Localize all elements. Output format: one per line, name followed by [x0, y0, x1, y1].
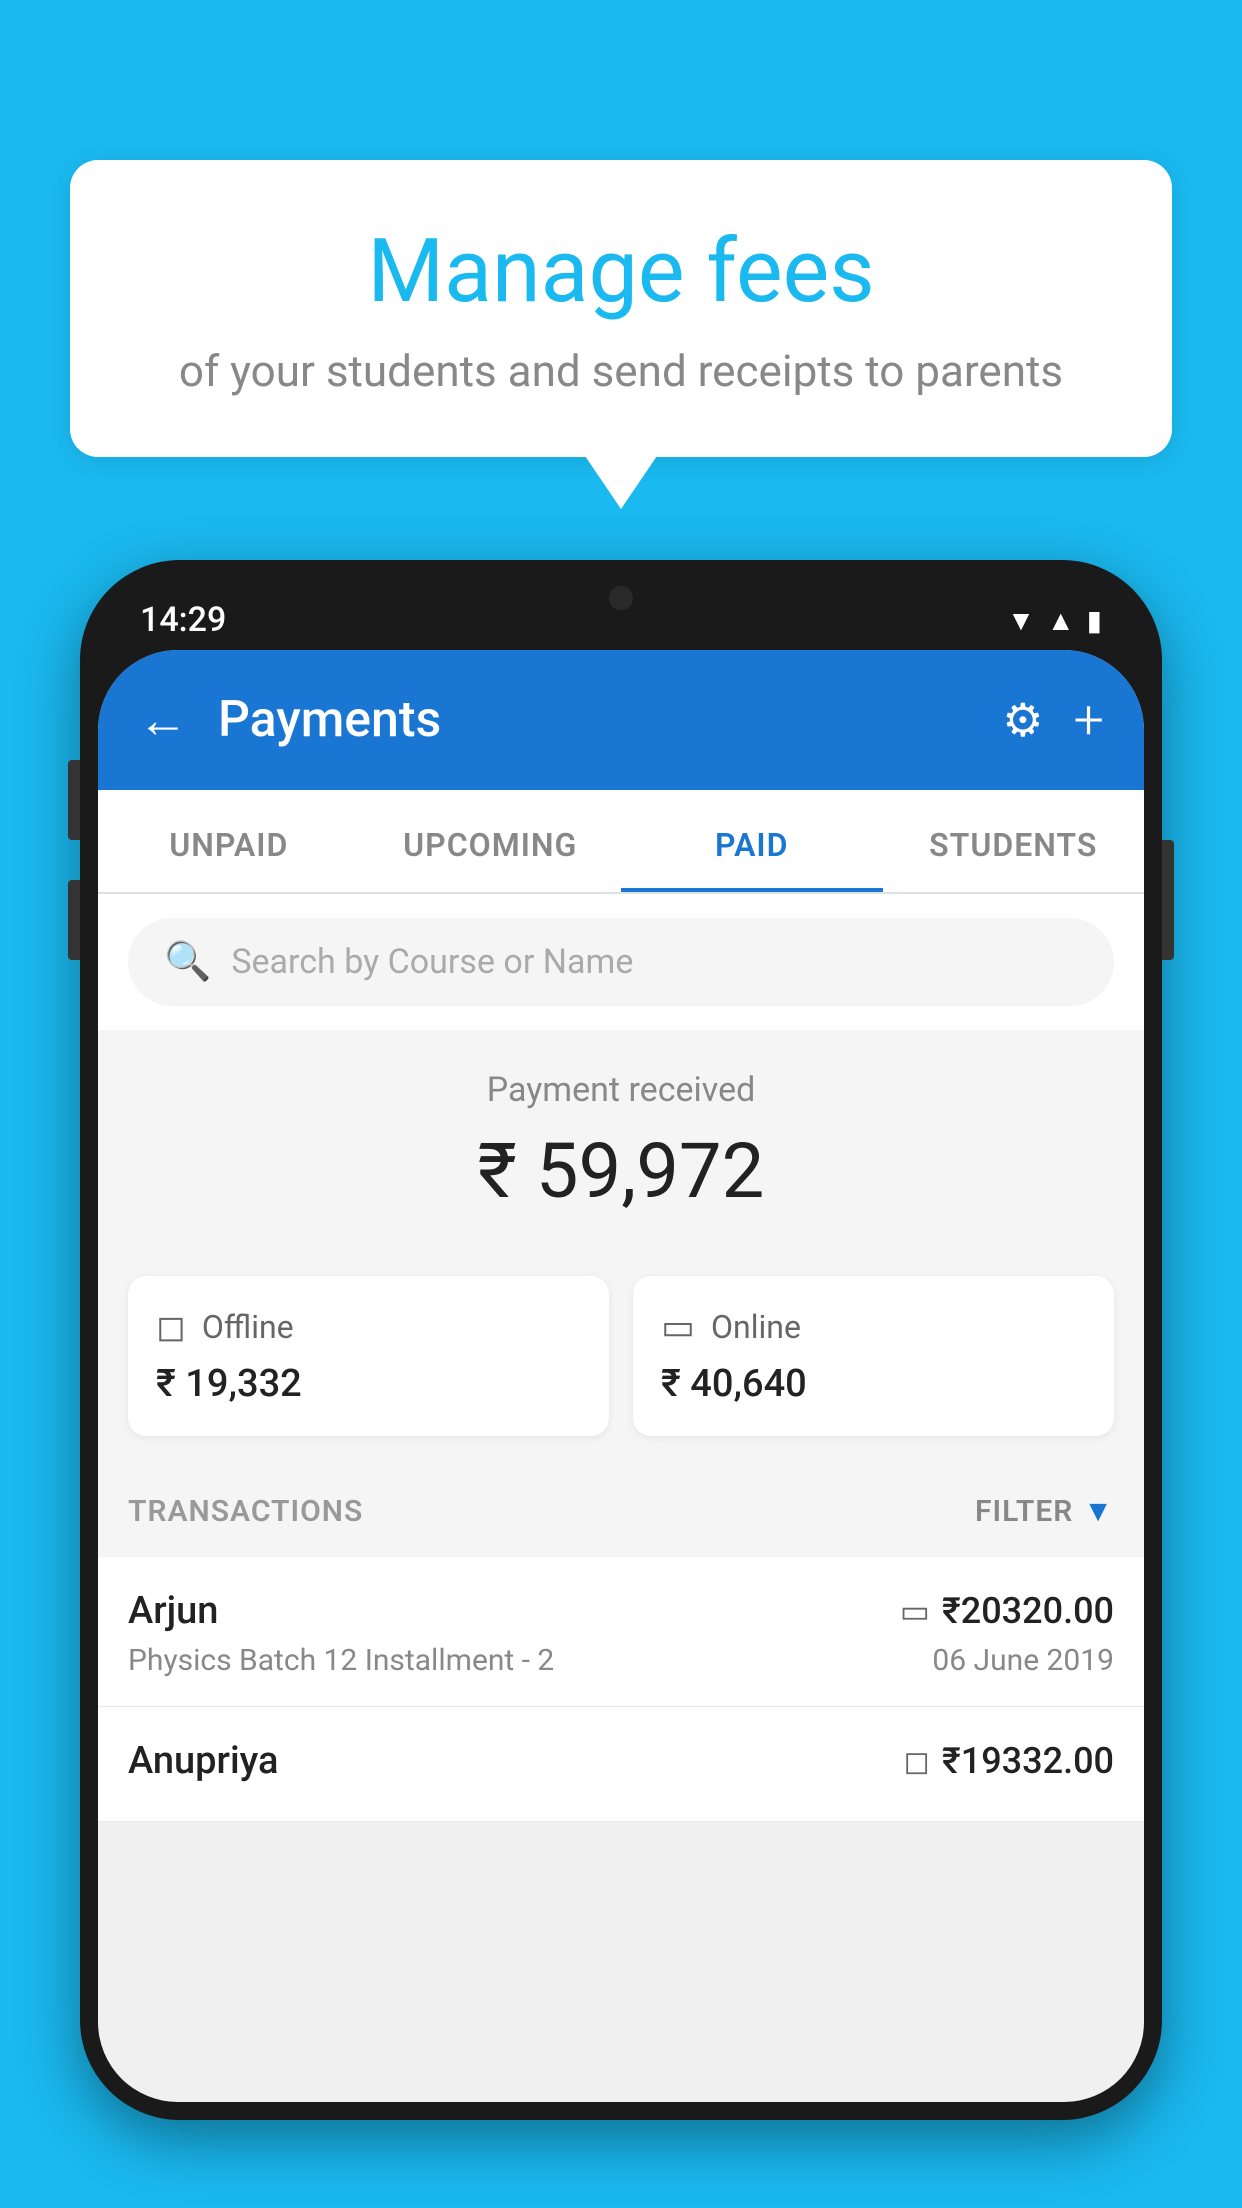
- page-title: Payments: [218, 691, 972, 749]
- transactions-header: TRANSACTIONS FILTER ▼: [98, 1466, 1144, 1557]
- transaction-bottom-1: Physics Batch 12 Installment - 2 06 June…: [128, 1643, 1114, 1678]
- filter-button[interactable]: FILTER ▼: [975, 1494, 1114, 1529]
- search-bar-wrap: 🔍 Search by Course or Name: [98, 894, 1144, 1030]
- online-card: ▭ Online ₹ 40,640: [633, 1276, 1114, 1436]
- transaction-row-2[interactable]: Anupriya ◻ ₹19332.00: [98, 1707, 1144, 1822]
- payment-summary: Payment received ₹ 59,972: [98, 1030, 1144, 1276]
- app-header: ← Payments ⚙ +: [98, 650, 1144, 790]
- transaction-amount-1: ₹20320.00: [942, 1590, 1114, 1632]
- online-label: Online: [711, 1308, 801, 1346]
- side-btn-right: [1162, 840, 1174, 960]
- offline-amount: ₹ 19,332: [156, 1362, 581, 1406]
- transaction-top-2: Anupriya ◻ ₹19332.00: [128, 1739, 1114, 1783]
- transaction-amount-wrap-1: ▭ ₹20320.00: [900, 1590, 1114, 1632]
- status-time: 14:29: [140, 600, 226, 640]
- wifi-icon: ▼: [1007, 604, 1035, 637]
- speech-bubble-subtitle: of your students and send receipts to pa…: [130, 345, 1112, 397]
- offline-icon: ◻: [156, 1306, 186, 1348]
- transaction-date-1: 06 June 2019: [932, 1643, 1114, 1678]
- add-button[interactable]: +: [1073, 689, 1104, 752]
- side-btn-left-1: [68, 760, 80, 840]
- search-placeholder: Search by Course or Name: [231, 942, 633, 982]
- tab-upcoming[interactable]: UPCOMING: [360, 790, 622, 892]
- transaction-amount-2: ₹19332.00: [942, 1740, 1114, 1782]
- transaction-name-2: Anupriya: [128, 1739, 278, 1783]
- online-icon: ▭: [661, 1306, 695, 1348]
- side-btn-left-2: [68, 880, 80, 960]
- speech-bubble: Manage fees of your students and send re…: [70, 160, 1172, 457]
- tab-students[interactable]: STUDENTS: [883, 790, 1145, 892]
- payment-total-amount: ₹ 59,972: [128, 1126, 1114, 1216]
- status-icons: ▼ ▲ ▮: [1007, 604, 1102, 637]
- search-bar[interactable]: 🔍 Search by Course or Name: [128, 918, 1114, 1006]
- online-payment-icon: ▭: [900, 1592, 930, 1630]
- tabs-bar: UNPAID UPCOMING PAID STUDENTS: [98, 790, 1144, 894]
- transaction-amount-wrap-2: ◻ ₹19332.00: [903, 1740, 1114, 1782]
- payment-cards-row: ◻ Offline ₹ 19,332 ▭ Online ₹ 40,640: [98, 1276, 1144, 1466]
- transactions-label: TRANSACTIONS: [128, 1494, 363, 1529]
- transaction-course-1: Physics Batch 12 Installment - 2: [128, 1643, 554, 1678]
- back-button[interactable]: ←: [138, 691, 188, 750]
- signal-icon: ▲: [1047, 604, 1075, 637]
- transaction-top-1: Arjun ▭ ₹20320.00: [128, 1589, 1114, 1633]
- phone-screen: ← Payments ⚙ + UNPAID UPCOMING PAID STUD…: [98, 650, 1144, 2102]
- filter-icon: ▼: [1083, 1494, 1114, 1529]
- offline-card: ◻ Offline ₹ 19,332: [128, 1276, 609, 1436]
- transaction-name-1: Arjun: [128, 1589, 218, 1633]
- phone-outer: 14:29 ▼ ▲ ▮ ← Payments ⚙ + UNPAID: [80, 560, 1162, 2120]
- online-amount: ₹ 40,640: [661, 1362, 1086, 1406]
- search-icon: 🔍: [164, 940, 211, 984]
- phone-notch: [561, 578, 681, 618]
- tab-paid[interactable]: PAID: [621, 790, 883, 892]
- phone: 14:29 ▼ ▲ ▮ ← Payments ⚙ + UNPAID: [80, 560, 1162, 2208]
- speech-bubble-title: Manage fees: [130, 220, 1112, 323]
- camera: [609, 586, 633, 610]
- offline-payment-icon: ◻: [903, 1742, 930, 1780]
- transaction-row[interactable]: Arjun ▭ ₹20320.00 Physics Batch 12 Insta…: [98, 1557, 1144, 1707]
- offline-label: Offline: [202, 1308, 294, 1346]
- filter-label: FILTER: [975, 1494, 1073, 1529]
- tab-unpaid[interactable]: UNPAID: [98, 790, 360, 892]
- offline-card-header: ◻ Offline: [156, 1306, 581, 1348]
- online-card-header: ▭ Online: [661, 1306, 1086, 1348]
- payment-received-label: Payment received: [128, 1070, 1114, 1110]
- gear-icon[interactable]: ⚙: [1002, 693, 1043, 748]
- battery-icon: ▮: [1087, 604, 1102, 637]
